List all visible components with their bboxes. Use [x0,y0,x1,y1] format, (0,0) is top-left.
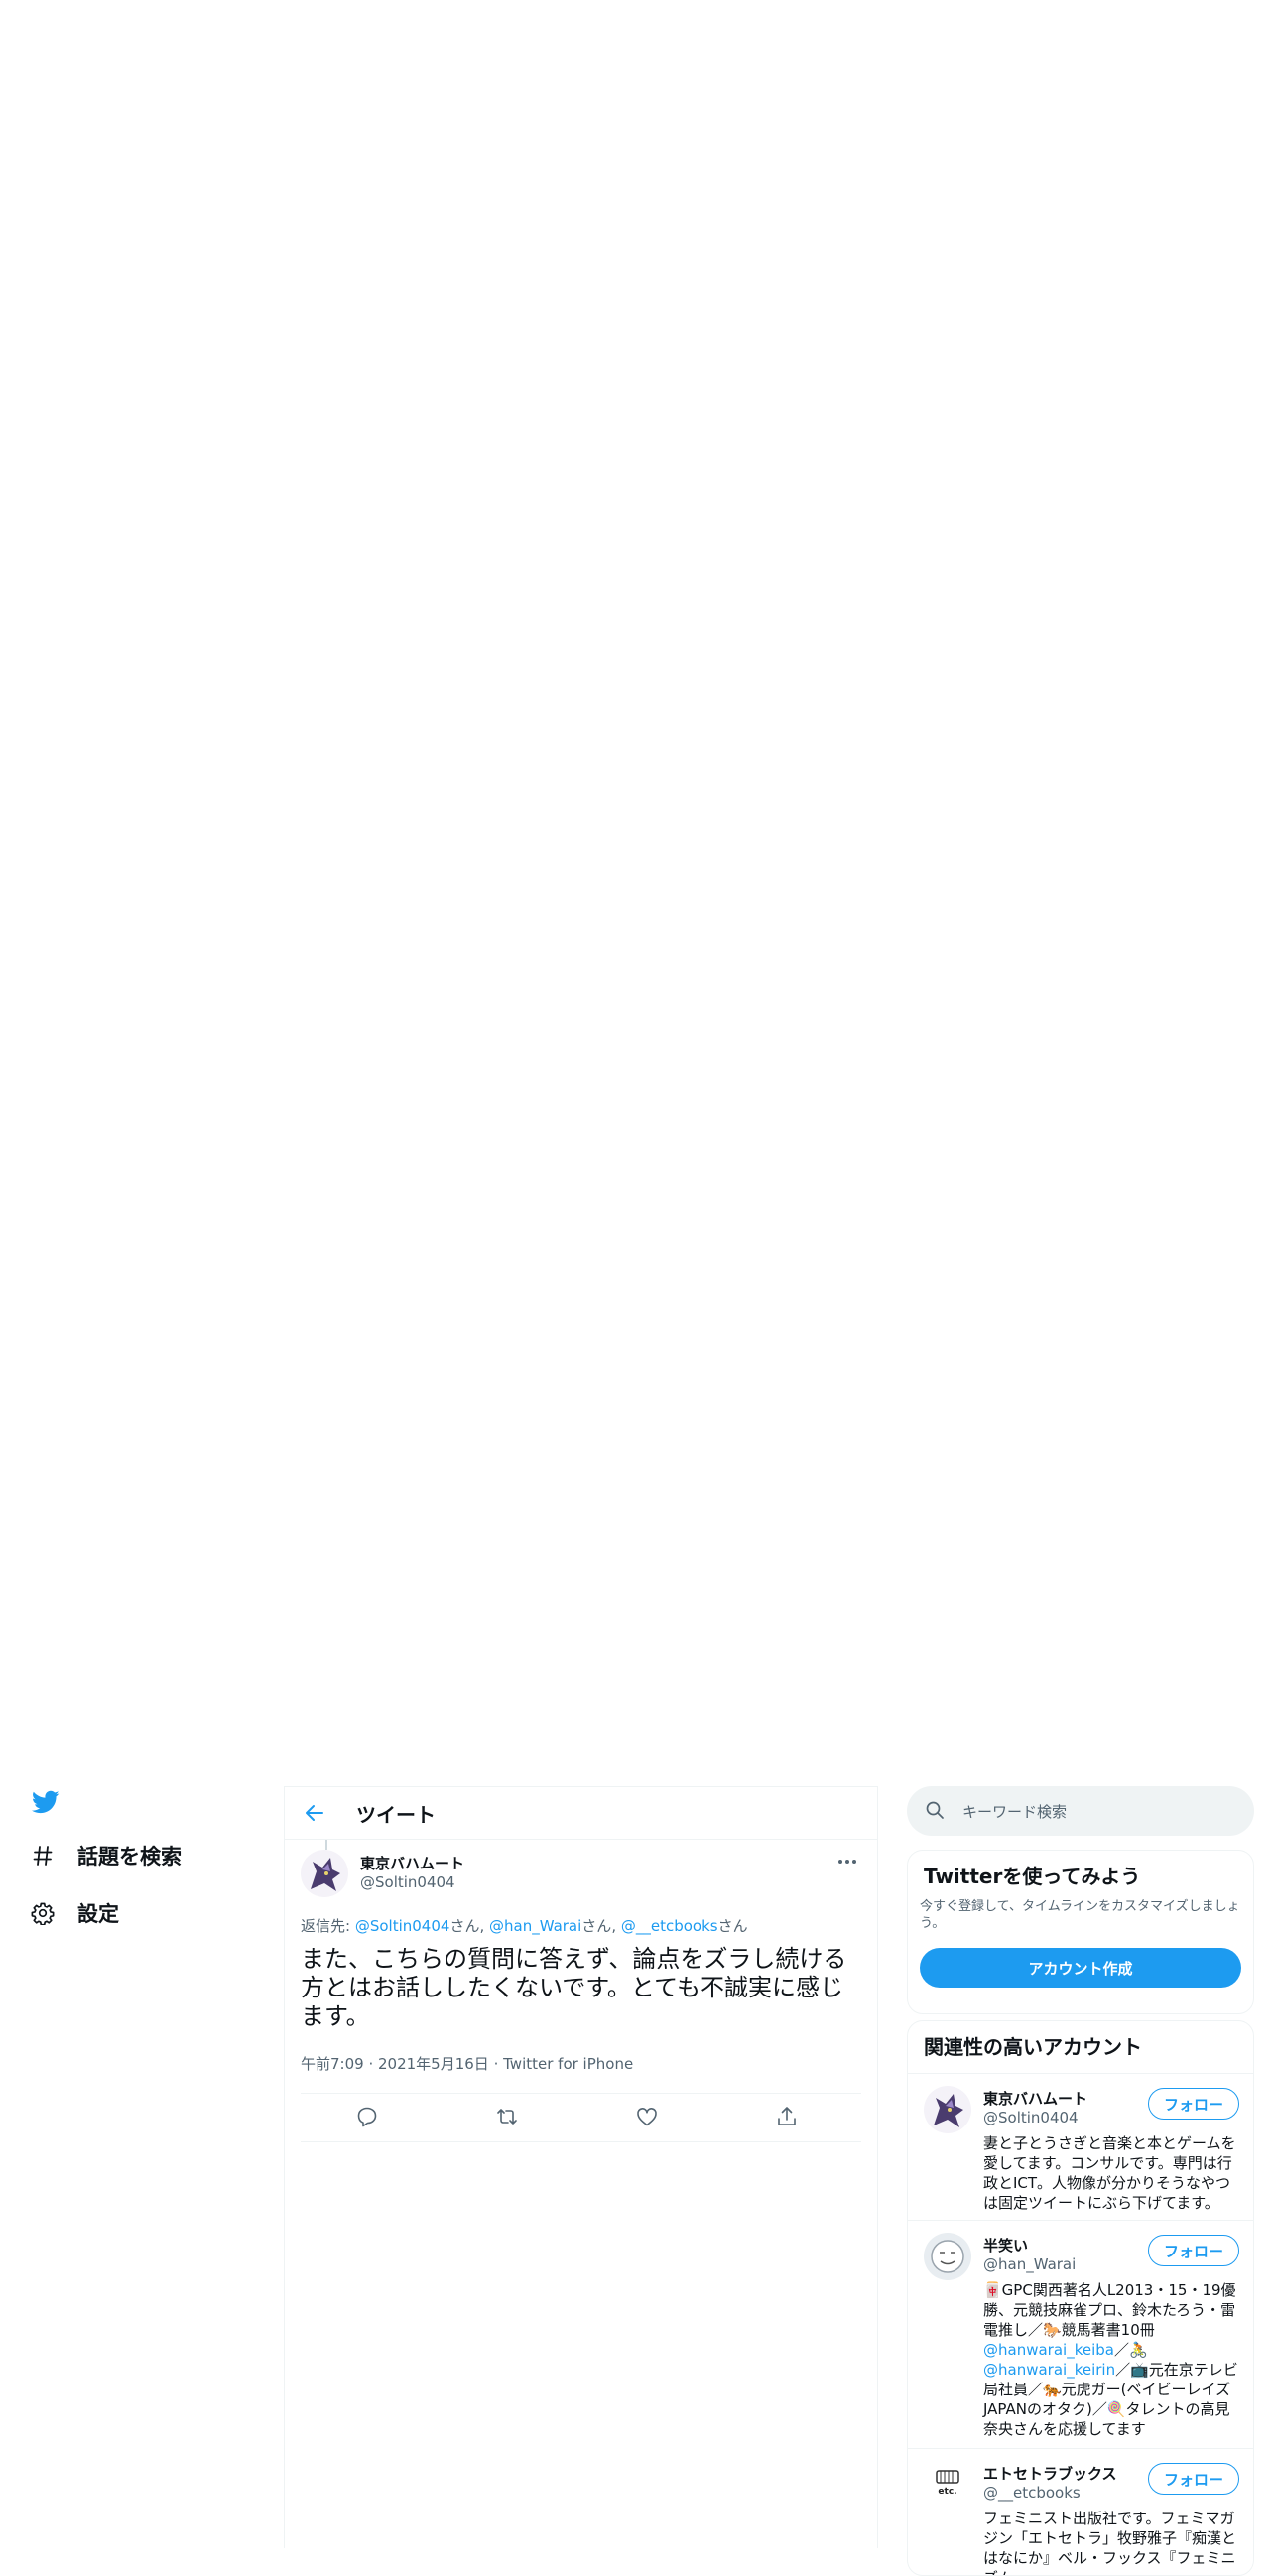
signup-title: Twitterを使ってみよう [924,1865,1141,1888]
nav-explore-label: 話題を検索 [77,1845,182,1868]
hashtag-icon [30,1843,56,1868]
tweet-metadata: 午前7:09 · 2021年5月16日 · Twitter for iPhone [301,2053,633,2074]
account-bio: フェミニスト出版社です。フェミマガジン「エトセトラ」牧野雅子『痴漢とはなにか』ベ… [983,2510,1237,2575]
search-icon [925,1800,945,1820]
account-cell[interactable]: 半笑い @han_Warai フォロー 🀄GPC関西著名人L2013・15・19… [908,2220,1253,2448]
meta-separator: · [363,2055,378,2073]
mention-separator: , [611,1917,621,1935]
reply-icon[interactable] [355,2105,381,2130]
follow-button[interactable]: フォロー [1148,2463,1239,2495]
more-options-icon[interactable] [835,1850,859,1873]
svg-text:etc.: etc. [938,2487,956,2497]
account-bio: 🀄GPC関西著名人L2013・15・19優勝、元競技麻雀プロ、鈴木たろう・雷電推… [983,2280,1243,2439]
twitter-bird-icon[interactable] [30,1788,62,1816]
tweet-date[interactable]: 2021年5月16日 [378,2055,489,2073]
account-name: 半笑い [983,2237,1029,2254]
back-arrow-icon[interactable] [303,1801,326,1825]
tweet-time[interactable]: 午前7:09 [301,2055,364,2073]
like-heart-icon[interactable] [635,2105,661,2130]
mention-suffix: さん [581,1917,612,1935]
account-handle: @__etcbooks [983,2484,1081,2502]
page-title: ツイート [356,1803,436,1827]
search-placeholder: キーワード検索 [962,1803,1068,1821]
bio-text: 🀄GPC関西著名人L2013・15・19優勝、元競技麻雀プロ、鈴木たろう・雷電推… [983,2281,1236,2339]
mention-link[interactable]: @han_Warai [489,1917,581,1935]
signup-description: 今すぐ登録して、タイムラインをカスタマイズしましょう。 [920,1899,1240,1931]
account-cell[interactable]: etc. エトセトラブックス @__etcbooks フォロー フェミニスト出版… [908,2448,1253,2575]
account-handle: @Soltin0404 [983,2109,1079,2126]
thread-connector-line [325,1840,327,1850]
account-name: 東京バハムート [983,2090,1088,2108]
nav-settings-label: 設定 [77,1902,119,1926]
mention-suffix: さん [449,1917,480,1935]
reply-to-line: 返信先: @Soltin0404さん, @han_Waraiさん, @__etc… [301,1915,748,1936]
account-cell[interactable]: 東京バハムート @Soltin0404 フォロー 妻と子とうさぎと音楽と本とゲー… [908,2073,1253,2220]
share-icon[interactable] [775,2105,801,2130]
reply-prefix: 返信先: [301,1917,355,1935]
signup-card: Twitterを使ってみよう 今すぐ登録して、タイムラインをカスタマイズしましょ… [907,1850,1254,2014]
tweet-source[interactable]: Twitter for iPhone [503,2055,633,2073]
gear-icon [30,1900,56,1926]
follow-button[interactable]: フォロー [1148,2088,1239,2120]
create-account-button[interactable]: アカウント作成 [920,1948,1241,1988]
page-header: ツイート [285,1787,877,1840]
meta-separator: · [488,2055,504,2073]
account-name: エトセトラブックス [983,2465,1117,2483]
tweet-author-handle[interactable]: @Soltin0404 [360,1873,455,1891]
bio-mention-link[interactable]: @hanwarai_keiba [983,2341,1114,2359]
retweet-icon[interactable] [495,2105,521,2130]
account-handle: @han_Warai [983,2255,1077,2273]
avatar [924,2233,971,2280]
related-accounts-card: 関連性の高いアカウント 東京バハムート @Soltin0404 フォロー 妻と子… [907,2020,1254,2576]
main-column: ツイート 東京バハムート @Soltin0404 返信先: @Soltin040… [284,1786,878,2548]
tweet-text: また、こちらの質問に答えず、論点をズラし続ける方とはお話ししたくないです。とても… [301,1945,847,2030]
tweet-author-avatar[interactable] [301,1850,348,1897]
mention-separator: , [479,1917,489,1935]
mention-suffix: さん [717,1917,748,1935]
nav-settings[interactable]: 設定 [30,1895,119,1931]
bio-mention-link[interactable]: @hanwarai_keirin [983,2361,1115,2379]
bio-text: ／🚴 [1113,2341,1148,2359]
avatar: etc. [924,2461,971,2509]
search-box[interactable]: キーワード検索 [907,1786,1254,1836]
tweet-author-name[interactable]: 東京バハムート [360,1853,464,1873]
follow-button[interactable]: フォロー [1148,2235,1239,2266]
nav-explore[interactable]: 話題を検索 [30,1838,182,1873]
avatar [924,2086,971,2133]
mention-link[interactable]: @__etcbooks [621,1917,718,1935]
tweet-action-bar [301,2093,861,2142]
mention-link[interactable]: @Soltin0404 [355,1917,450,1935]
account-bio: 妻と子とうさぎと音楽と本とゲームを愛してます。コンサルです。専門は行政とICT。… [983,2134,1236,2212]
related-accounts-title: 関連性の高いアカウント [924,2035,1142,2059]
